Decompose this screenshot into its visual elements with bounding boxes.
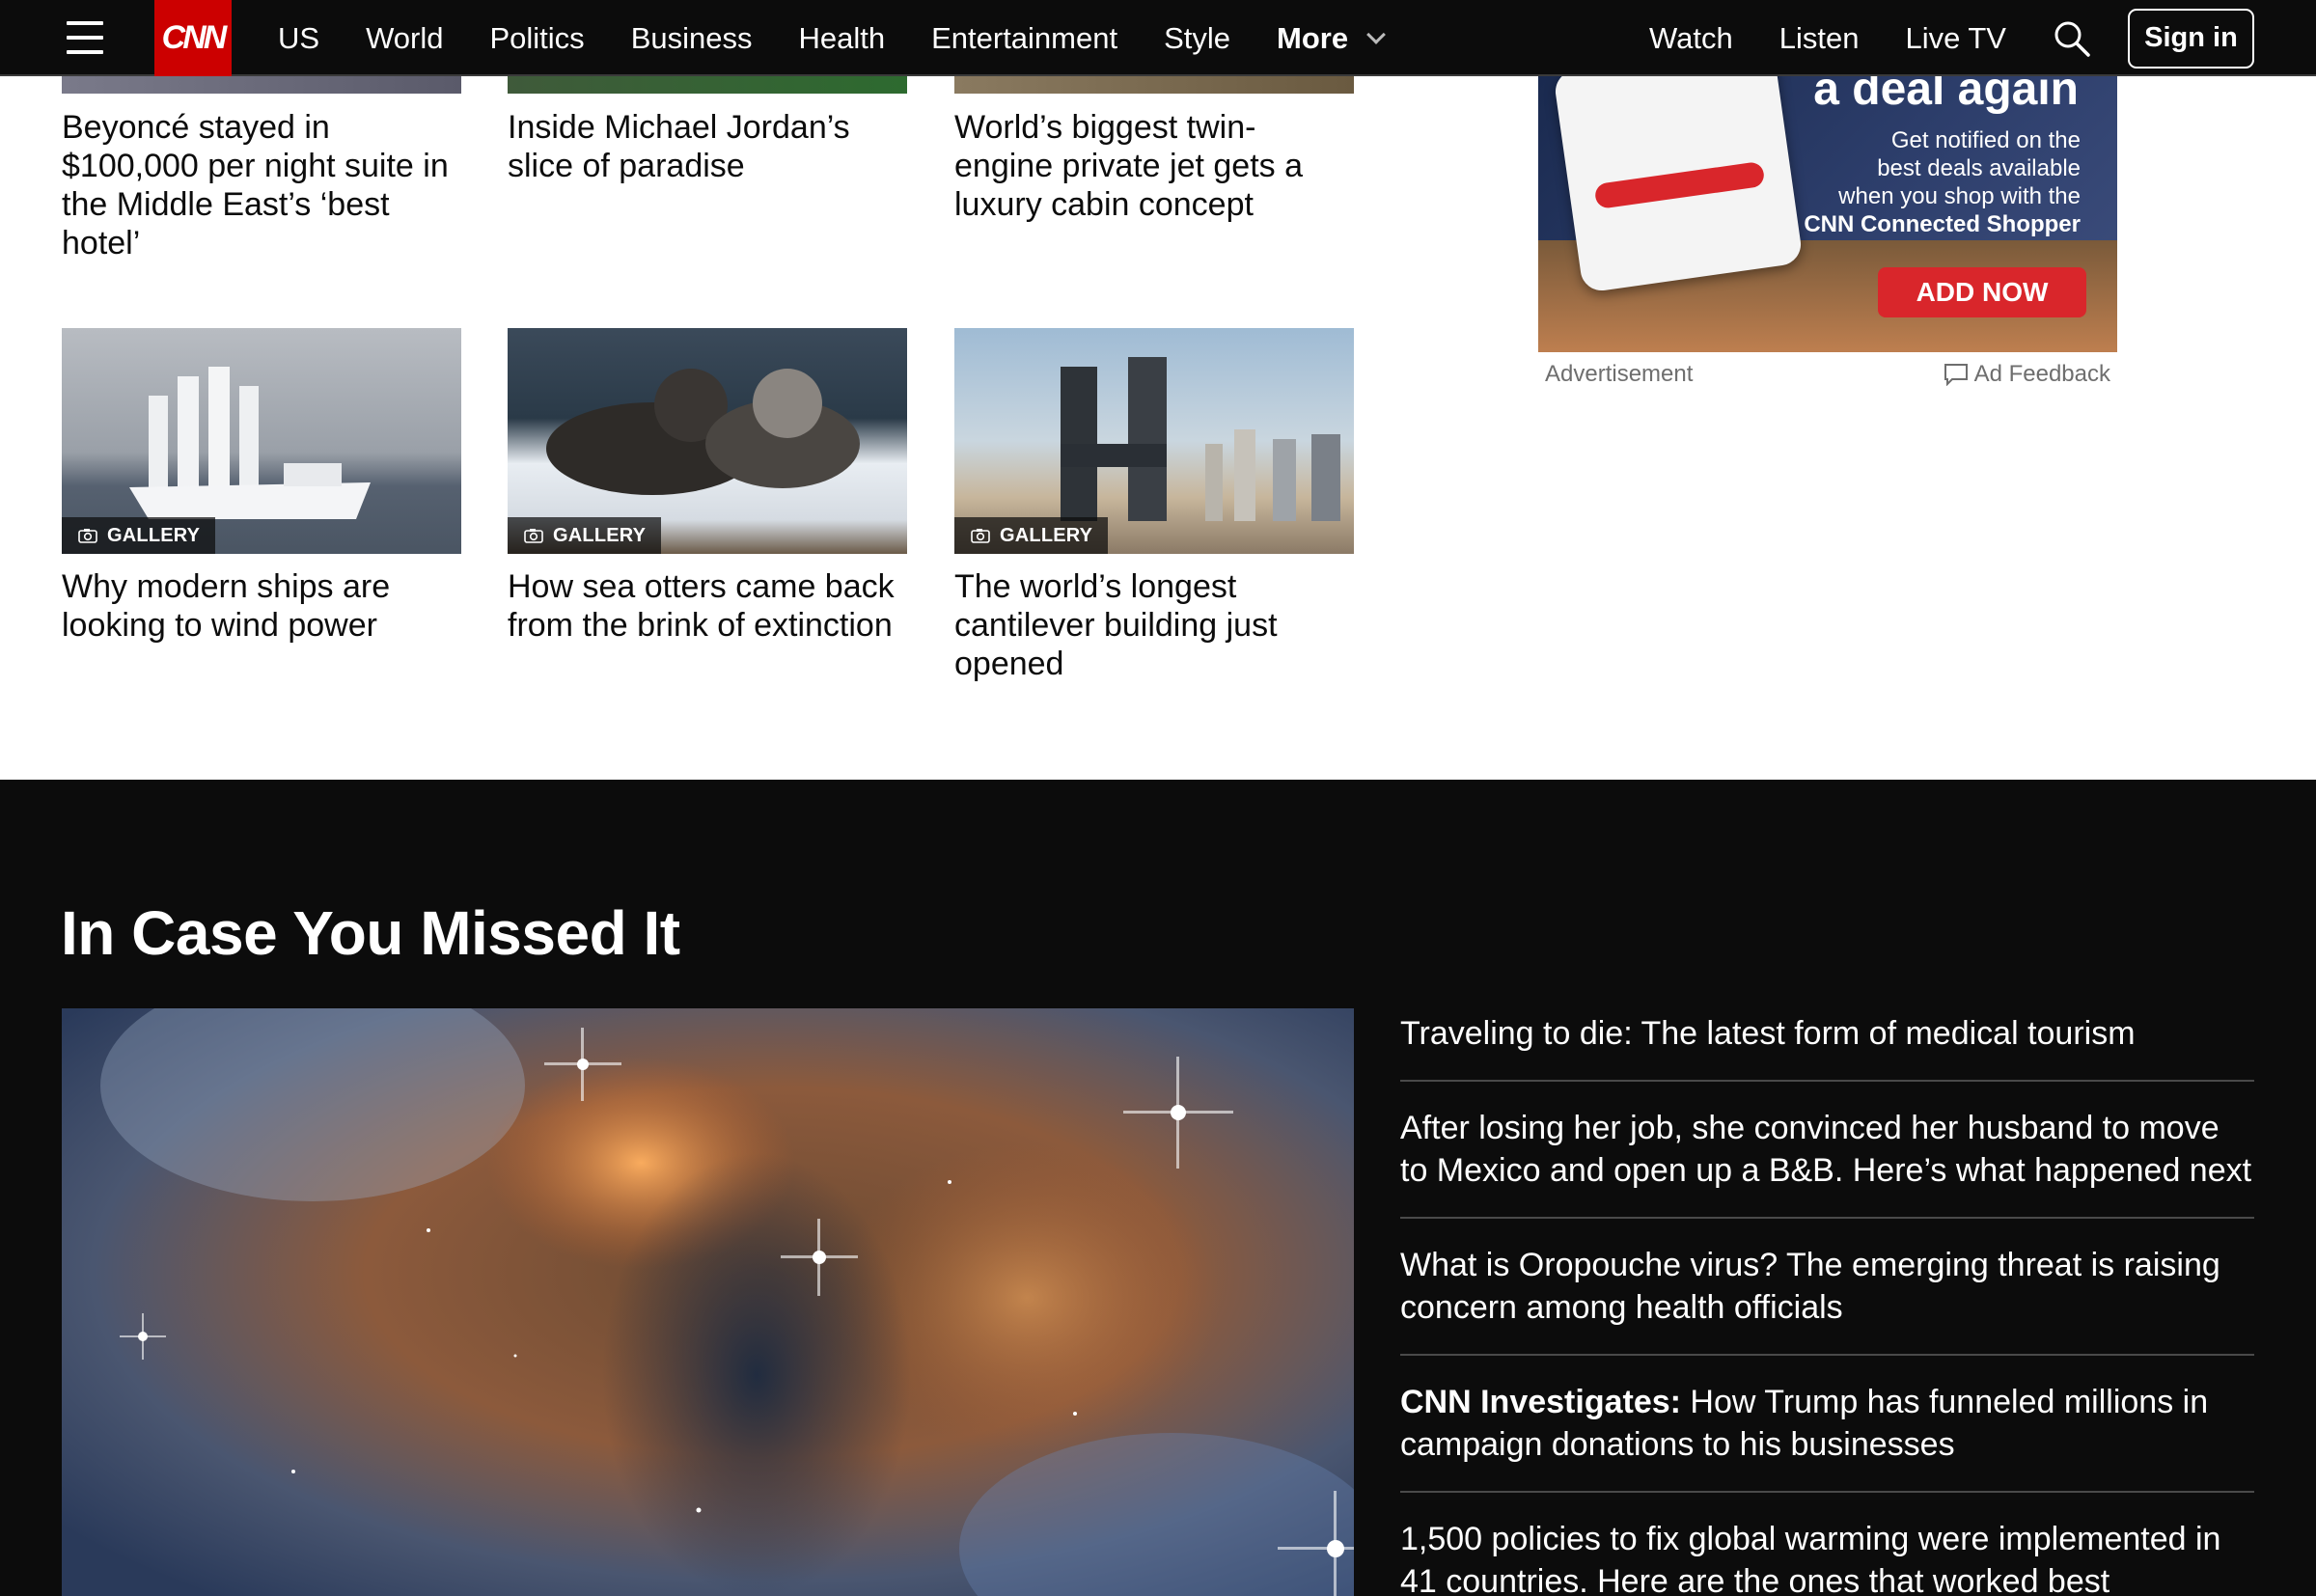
nav-live-tv[interactable]: Live TV <box>1905 21 2006 56</box>
gallery-badge: GALLERY <box>954 517 1109 554</box>
nav-style[interactable]: Style <box>1164 21 1230 56</box>
ad-feedback-label: Ad Feedback <box>1973 361 2110 387</box>
chevron-down-icon <box>1366 24 1386 44</box>
nav-watch[interactable]: Watch <box>1649 21 1733 56</box>
feedback-icon <box>1944 364 1968 386</box>
story-title: The world’s longest cantilever building … <box>954 568 1278 682</box>
nav-entertainment[interactable]: Entertainment <box>931 21 1117 56</box>
nav-health[interactable]: Health <box>798 21 885 56</box>
ad-copy-line: when you shop with the <box>1838 183 2081 209</box>
headline-item[interactable]: What is Oropouche virus? The emerging th… <box>1400 1244 2254 1356</box>
story-card-ships[interactable]: Why modern ships are looking to wind pow… <box>62 567 461 645</box>
ad-copy: Get notified on the best deals available… <box>1733 126 2081 238</box>
otters-image[interactable]: GALLERY <box>508 328 907 554</box>
card-image-jet[interactable] <box>954 76 1354 94</box>
ad-meta-row: Advertisement Ad Feedback <box>1545 361 2110 388</box>
ad-feedback-link[interactable]: Ad Feedback <box>1944 361 2110 388</box>
headline-text: Traveling to die: The latest form of med… <box>1400 1015 2136 1052</box>
nav-politics[interactable]: Politics <box>489 21 584 56</box>
gallery-badge: GALLERY <box>62 517 216 554</box>
story-title: Beyoncé stayed in $100,000 per night sui… <box>62 109 449 261</box>
missed-section: In Case You Missed It Traveling to die: … <box>0 780 2316 1596</box>
logo-text: CNN <box>161 19 228 56</box>
ad-copy-line: best deals available <box>1877 155 2081 181</box>
gallery-badge-label: GALLERY <box>553 524 647 546</box>
camera-icon <box>78 529 97 543</box>
nav-business[interactable]: Business <box>631 21 753 56</box>
headline-item[interactable]: CNN Investigates: How Trump has funneled… <box>1400 1381 2254 1493</box>
missed-headline-list: Traveling to die: The latest form of med… <box>1400 1008 2254 1596</box>
ad-add-now-button[interactable]: ADD NOW <box>1878 267 2086 317</box>
story-card-beyonce[interactable]: Beyoncé stayed in $100,000 per night sui… <box>62 108 461 262</box>
headline-text: What is Oropouche virus? The emerging th… <box>1400 1247 2220 1326</box>
card-image-beyonce[interactable] <box>62 76 461 94</box>
camera-icon <box>971 529 990 543</box>
top-navigation-bar: CNN US World Politics Business Health En… <box>0 0 2316 76</box>
nav-more[interactable]: More <box>1277 20 1386 56</box>
headline-prefix: CNN Investigates: <box>1400 1384 1681 1420</box>
card-image-jordan[interactable] <box>508 76 907 94</box>
story-title: Why modern ships are looking to wind pow… <box>62 568 391 644</box>
ship-image[interactable]: GALLERY <box>62 328 461 554</box>
gallery-badge-label: GALLERY <box>107 524 201 546</box>
nebula-illustration <box>62 1008 1354 1596</box>
nav-us[interactable]: US <box>278 21 319 56</box>
story-card-jet[interactable]: World’s biggest twin-engine private jet … <box>954 108 1354 224</box>
ad-headline: a deal again <box>1813 76 2079 115</box>
ad-copy-bold: CNN Connected Shopper <box>1804 211 2081 237</box>
main-nav: US World Politics Business Health Entert… <box>278 0 1429 76</box>
headline-item[interactable]: 1,500 policies to fix global warming wer… <box>1400 1518 2254 1596</box>
story-card-jordan[interactable]: Inside Michael Jordan’s slice of paradis… <box>508 108 907 185</box>
cantilever-building-image[interactable]: GALLERY <box>954 328 1354 554</box>
header-right: Watch Listen Live TV Sign in <box>1649 0 2316 76</box>
story-card-otters[interactable]: How sea otters came back from the brink … <box>508 567 907 645</box>
headline-item[interactable]: After losing her job, she convinced her … <box>1400 1107 2254 1219</box>
ad-copy-line: Get notified on the <box>1890 127 2081 153</box>
hamburger-menu-icon[interactable] <box>64 19 106 56</box>
section-title: In Case You Missed It <box>61 898 680 968</box>
gallery-badge-label: GALLERY <box>1000 524 1093 546</box>
story-title: How sea otters came back from the brink … <box>508 568 895 644</box>
headline-text: After losing her job, she convinced her … <box>1400 1110 2252 1189</box>
gallery-badge: GALLERY <box>508 517 662 554</box>
nav-world[interactable]: World <box>366 21 443 56</box>
advertisement-banner[interactable]: a deal again Get notified on the best de… <box>1538 76 2117 352</box>
story-title: Inside Michael Jordan’s slice of paradis… <box>508 109 850 184</box>
advertisement-label: Advertisement <box>1545 361 1694 387</box>
headline-item[interactable]: Traveling to die: The latest form of med… <box>1400 1008 2254 1082</box>
nav-listen[interactable]: Listen <box>1779 21 1860 56</box>
camera-icon <box>524 529 543 543</box>
sign-in-button[interactable]: Sign in <box>2128 8 2254 69</box>
search-icon[interactable] <box>2053 19 2091 58</box>
nav-more-label: More <box>1277 20 1349 55</box>
headline-text: 1,500 policies to fix global warming wer… <box>1400 1521 2221 1596</box>
story-title: World’s biggest twin-engine private jet … <box>954 109 1304 223</box>
cnn-logo[interactable]: CNN <box>154 0 232 76</box>
story-card-cantilever[interactable]: The world’s longest cantilever building … <box>954 567 1354 683</box>
hero-nebula-image[interactable] <box>62 1008 1354 1596</box>
